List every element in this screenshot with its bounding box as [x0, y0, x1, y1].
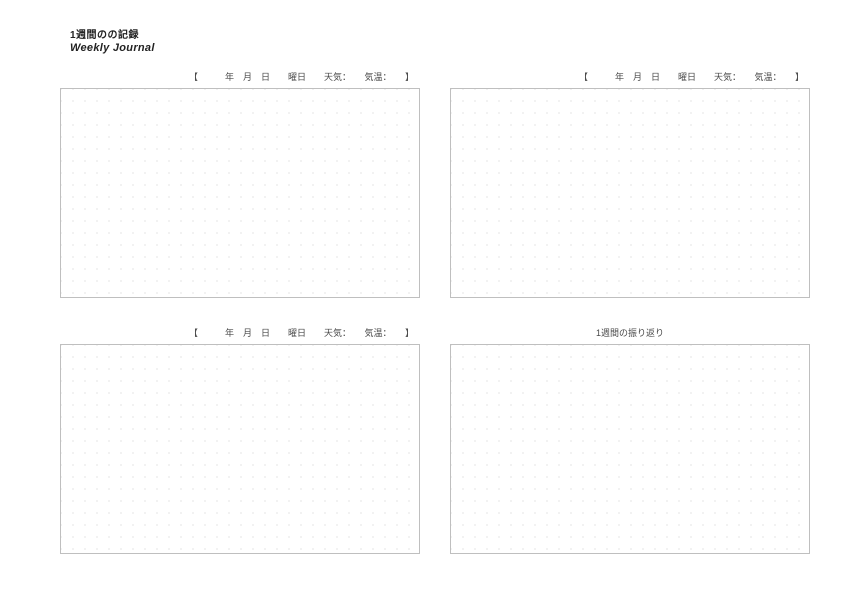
entry-writing-area[interactable] — [60, 88, 420, 298]
entry-panel-3: 【 年 月 日 曜日 天気： 気温： 】 — [60, 326, 420, 554]
entry-date-header: 【 年 月 日 曜日 天気： 気温： 】 — [60, 70, 420, 82]
review-writing-area[interactable] — [450, 344, 810, 554]
entry-panel-2: 【 年 月 日 曜日 天気： 気温： 】 — [450, 70, 810, 298]
entry-writing-area[interactable] — [60, 344, 420, 554]
review-panel: 1週間の振り返り — [450, 326, 810, 554]
review-header: 1週間の振り返り — [450, 326, 810, 338]
header-title-en: Weekly Journal — [70, 42, 155, 54]
journal-grid: 【 年 月 日 曜日 天気： 気温： 】 【 年 月 日 曜日 天気： 気温： … — [60, 70, 810, 554]
entry-date-header: 【 年 月 日 曜日 天気： 気温： 】 — [60, 326, 420, 338]
entry-date-header: 【 年 月 日 曜日 天気： 気温： 】 — [450, 70, 810, 82]
page-header: 1週間のの記録 Weekly Journal — [70, 26, 155, 54]
header-title-jp: 1週間のの記録 — [70, 26, 155, 41]
entry-writing-area[interactable] — [450, 88, 810, 298]
entry-panel-1: 【 年 月 日 曜日 天気： 気温： 】 — [60, 70, 420, 298]
